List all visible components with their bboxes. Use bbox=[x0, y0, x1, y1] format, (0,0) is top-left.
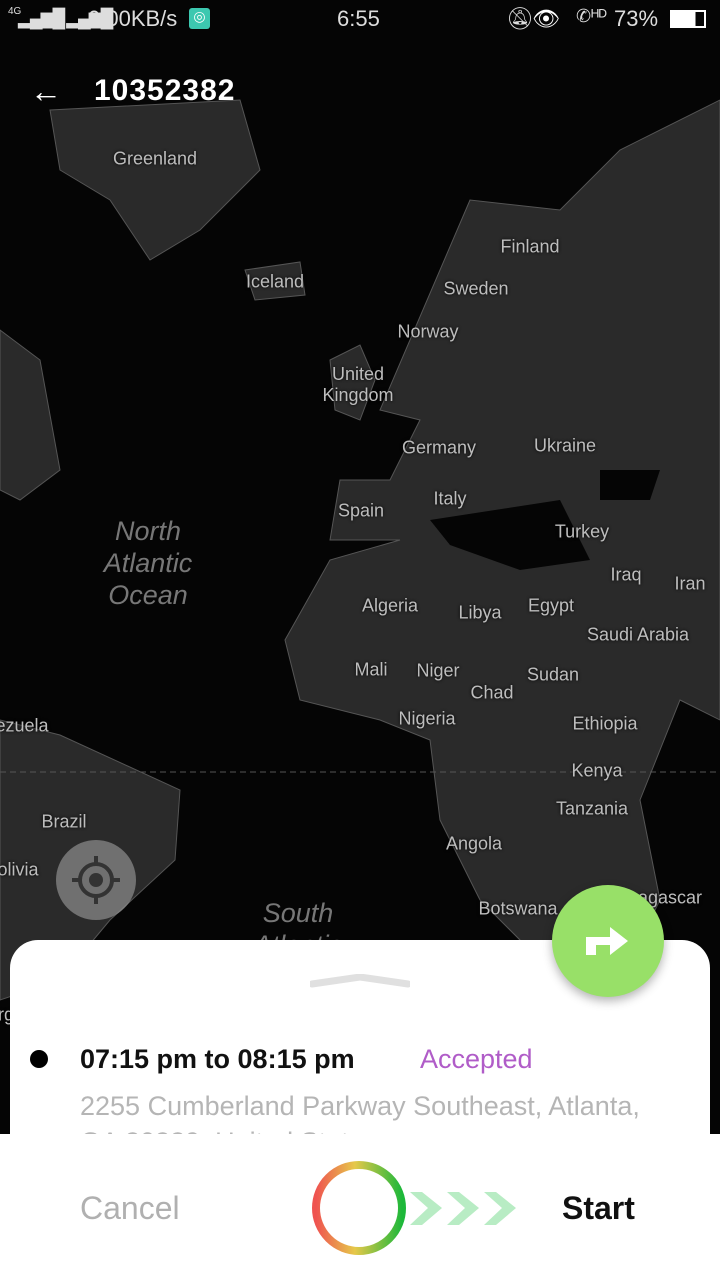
eye-icon: 👁︎ bbox=[532, 6, 560, 31]
navigate-button[interactable] bbox=[552, 885, 664, 997]
drag-handle[interactable] bbox=[310, 974, 410, 988]
app-icon: ◎ bbox=[189, 8, 210, 29]
booking-time: 07:15 pm to 08:15 pm bbox=[80, 1044, 355, 1074]
map-label: Angola bbox=[445, 833, 503, 854]
map-label: Spain bbox=[337, 500, 385, 521]
map-label: Iran bbox=[674, 573, 706, 594]
map-label: Ukraine bbox=[533, 435, 597, 456]
cancel-button[interactable]: Cancel bbox=[80, 1190, 180, 1227]
map-label: Ethiopia bbox=[572, 713, 638, 734]
map-label: Greenland bbox=[112, 148, 198, 169]
map-label: Botswana bbox=[478, 898, 558, 919]
map-label: olivia bbox=[0, 859, 39, 880]
map-label: Germany bbox=[401, 437, 477, 458]
map-label: Finland bbox=[500, 236, 560, 257]
map-label: Mali bbox=[354, 659, 388, 680]
map-label: Chad bbox=[470, 682, 514, 703]
map-label: Nigeria bbox=[398, 708, 456, 729]
action-bar: Cancel Start bbox=[0, 1134, 720, 1280]
clock: 6:55 bbox=[337, 6, 380, 31]
start-button[interactable]: Start bbox=[562, 1190, 635, 1227]
slider-knob[interactable] bbox=[312, 1161, 406, 1255]
crosshair-icon bbox=[72, 856, 120, 904]
map-label: Brazil bbox=[41, 811, 87, 832]
map-label: Iceland bbox=[245, 271, 305, 292]
battery-level: 73% bbox=[614, 6, 659, 31]
network-speed: 0.00KB/s bbox=[88, 6, 178, 31]
chevrons-icon bbox=[410, 1192, 516, 1225]
app-header: ← 10352382 bbox=[0, 62, 720, 122]
map-label: Egypt bbox=[527, 595, 575, 616]
arrow-left-icon: ← bbox=[30, 73, 62, 109]
map-label: Turkey bbox=[554, 521, 610, 542]
swipe-to-start-slider[interactable] bbox=[310, 1158, 525, 1258]
map-label: Sweden bbox=[443, 278, 509, 299]
my-location-button[interactable] bbox=[56, 840, 136, 920]
battery-icon bbox=[670, 10, 706, 28]
map-label: Libya bbox=[458, 602, 502, 623]
map-label: Kenya bbox=[571, 760, 623, 781]
hd-call-icon: ✆ᴴᴰ bbox=[576, 6, 607, 26]
page-title: 10352382 bbox=[94, 74, 236, 107]
ocean-label: North Atlantic Ocean bbox=[103, 516, 193, 610]
map-label: United Kingdom bbox=[322, 364, 394, 405]
map-label: ezuela bbox=[0, 715, 49, 736]
map-label: Italy bbox=[433, 488, 467, 509]
status-badge: Accepted bbox=[420, 1044, 533, 1074]
mute-icon: 🔕︎ bbox=[506, 6, 534, 31]
back-button[interactable]: ← bbox=[30, 73, 64, 110]
map-label: Tanzania bbox=[555, 798, 629, 819]
map-label: Iraq bbox=[610, 564, 642, 585]
bullet-icon bbox=[30, 1050, 48, 1068]
map-label: Saudi Arabia bbox=[586, 624, 690, 645]
map-label: Norway bbox=[397, 321, 459, 342]
booking-address: 2255 Cumberland Parkway Southeast, Atlan… bbox=[80, 1091, 640, 1140]
status-bar: 4G ▂▄▆█ ▂▄▆█ 0.00KB/s ◎ 6:55 🔕︎ 👁︎ ✆ᴴᴰ 7… bbox=[0, 0, 720, 38]
map-label: Niger bbox=[416, 660, 460, 681]
turn-right-arrow-icon bbox=[586, 927, 628, 955]
map-label: Sudan bbox=[526, 664, 580, 685]
map-label: Algeria bbox=[361, 595, 419, 616]
